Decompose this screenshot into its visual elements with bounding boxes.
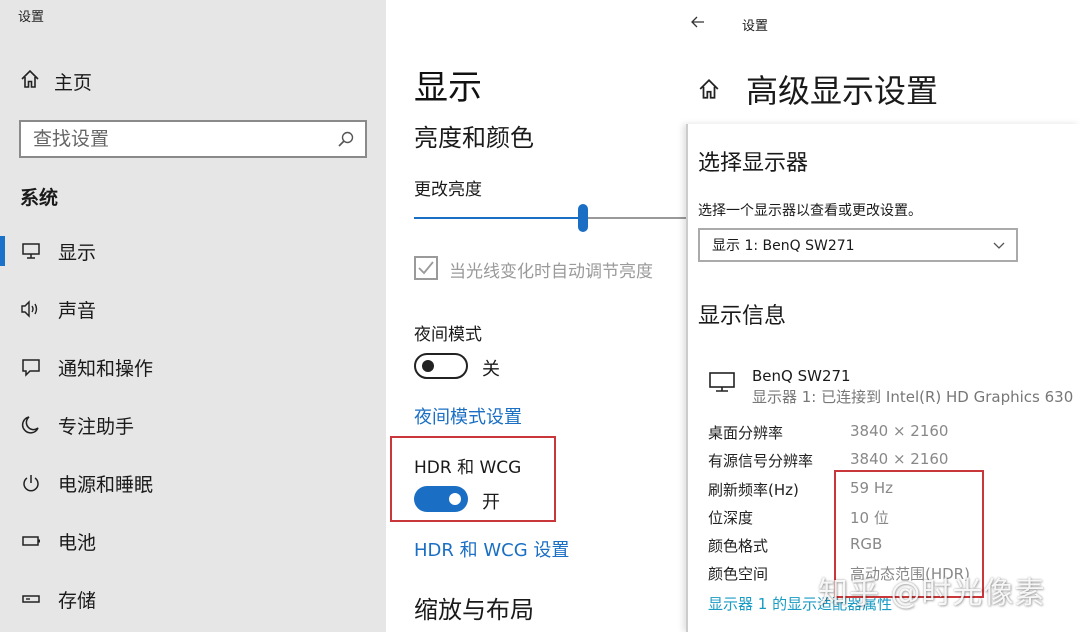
info-value: 3840 × 2160: [850, 450, 949, 468]
info-key: 颜色格式: [708, 537, 769, 555]
brightness-slider-thumb[interactable]: [578, 204, 588, 232]
breadcrumb: 设置: [742, 19, 769, 34]
screenshot-root: 设置 主页 系统 显示 声音: [0, 0, 1080, 632]
brightness-slider[interactable]: [414, 204, 686, 232]
hdr-toggle[interactable]: [414, 486, 468, 512]
sidebar-item-display[interactable]: 显示: [20, 236, 96, 266]
toggle-knob: [449, 493, 461, 505]
storage-icon: [20, 588, 42, 610]
hdr-highlight-box: [390, 436, 556, 522]
scale-layout-heading: 缩放与布局: [414, 596, 534, 624]
advanced-page-title: 高级显示设置: [746, 72, 939, 110]
speaker-icon: [20, 298, 42, 320]
brightness-label: 更改亮度: [414, 180, 482, 200]
hdr-state: 开: [482, 492, 500, 513]
night-mode-toggle[interactable]: [414, 353, 468, 379]
sidebar-section-system: 系统: [20, 187, 59, 209]
sidebar-item-battery[interactable]: 电池: [20, 526, 96, 556]
sidebar-item-storage[interactable]: 存储: [20, 584, 96, 614]
sidebar-item-power[interactable]: 电源和睡眠: [20, 468, 153, 498]
window-title: 设置: [18, 10, 45, 25]
auto-brightness-checkbox[interactable]: [414, 256, 438, 280]
hdr-settings-link[interactable]: HDR 和 WCG 设置: [414, 536, 569, 562]
chevron-down-icon: [992, 238, 1006, 256]
page-title: 显示: [414, 68, 482, 108]
home-icon: [20, 69, 40, 93]
sidebar-item-notifications[interactable]: 通知和操作: [20, 352, 153, 382]
sidebar-item-label: 专注助手: [58, 415, 135, 438]
info-value: 3840 × 2160: [850, 422, 949, 440]
toggle-knob: [422, 360, 434, 372]
sidebar-item-label: 存储: [58, 589, 97, 612]
auto-brightness-label: 当光线变化时自动调节亮度: [449, 262, 653, 282]
check-icon: [418, 261, 434, 275]
monitor-name: BenQ SW271: [752, 367, 851, 385]
watermark: 知乎 @时光像素: [818, 576, 1046, 611]
night-mode-settings-link[interactable]: 夜间模式设置: [414, 403, 522, 429]
monitor-icon: [20, 240, 42, 262]
back-arrow-icon[interactable]: [690, 14, 706, 34]
moon-icon: [20, 414, 42, 436]
sidebar-home-label: 主页: [54, 71, 93, 94]
night-mode-label: 夜间模式: [414, 325, 482, 345]
settings-sidebar: 设置 主页 系统 显示 声音: [0, 0, 386, 632]
sidebar-item-label: 电源和睡眠: [58, 473, 154, 496]
info-key: 有源信号分辨率: [708, 452, 814, 470]
display-info-heading: 显示信息: [698, 304, 787, 329]
power-icon: [20, 472, 42, 494]
sidebar-home[interactable]: 主页: [20, 66, 92, 96]
monitor-description: 显示器 1: 已连接到 Intel(R) HD Graphics 630: [752, 388, 1074, 406]
sidebar-item-label: 显示: [58, 241, 97, 264]
choose-display-heading: 选择显示器: [698, 151, 809, 176]
brightness-slider-fill: [414, 217, 583, 219]
info-key: 桌面分辨率: [708, 424, 784, 442]
choose-display-subtext: 选择一个显示器以查看或更改设置。: [698, 203, 922, 219]
search-input[interactable]: [33, 128, 323, 150]
info-row: 桌面分辨率 3840 × 2160: [708, 422, 948, 444]
info-row: 有源信号分辨率 3840 × 2160: [708, 450, 948, 472]
night-mode-state: 关: [482, 359, 500, 380]
brightness-heading: 亮度和颜色: [414, 124, 534, 152]
search-icon[interactable]: [337, 130, 355, 152]
sidebar-item-sound[interactable]: 声音: [20, 294, 96, 324]
sidebar-item-label: 电池: [58, 531, 97, 554]
home-icon: [698, 78, 720, 104]
search-box[interactable]: [19, 120, 367, 158]
sidebar-item-label: 声音: [58, 299, 97, 322]
info-key: 刷新频率(Hz): [708, 481, 799, 499]
battery-icon: [20, 530, 42, 552]
monitor-icon: [708, 370, 736, 398]
display-select[interactable]: 显示 1: BenQ SW271: [698, 228, 1018, 262]
sidebar-item-label: 通知和操作: [58, 357, 154, 380]
sidebar-item-focus-assist[interactable]: 专注助手: [20, 410, 134, 440]
active-indicator: [0, 236, 5, 266]
notification-icon: [20, 356, 42, 378]
display-select-value: 显示 1: BenQ SW271: [712, 238, 855, 254]
info-key: 位深度: [708, 509, 754, 527]
hdr-label: HDR 和 WCG: [414, 458, 522, 478]
